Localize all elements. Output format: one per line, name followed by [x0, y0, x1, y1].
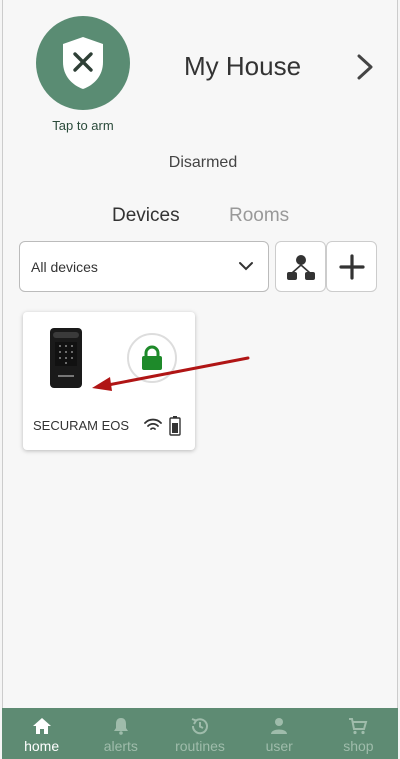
group-button[interactable] — [275, 241, 326, 292]
user-icon — [271, 718, 288, 734]
hierarchy-icon — [286, 254, 315, 280]
nav-shop[interactable]: shop — [319, 708, 398, 759]
arm-control[interactable]: Tap to arm — [36, 16, 130, 133]
device-name: SECURAM EOS — [33, 418, 130, 433]
security-status: Disarmed — [168, 154, 238, 171]
plus-icon — [338, 253, 365, 280]
bell-icon — [113, 718, 128, 735]
house-title[interactable]: My House — [184, 51, 301, 82]
annotation-arrow — [92, 356, 250, 391]
home-icon — [32, 718, 51, 734]
chevron-down-icon — [239, 262, 253, 271]
nav-alerts-label: alerts — [103, 738, 138, 754]
nav-home[interactable]: home — [2, 708, 81, 759]
nav-shop-label: shop — [343, 738, 374, 754]
nav-routines[interactable]: routines — [160, 708, 239, 759]
device-filter-select[interactable]: All devices — [19, 241, 269, 292]
tab-rooms[interactable]: Rooms — [229, 205, 289, 227]
nav-user[interactable]: user — [240, 708, 319, 759]
wifi-icon — [144, 418, 162, 430]
chevron-right-icon[interactable] — [351, 52, 379, 82]
nav-alerts[interactable]: alerts — [81, 708, 160, 759]
nav-home-label: home — [24, 738, 60, 754]
nav-user-label: user — [265, 738, 293, 754]
smart-lock-device-image — [50, 328, 82, 388]
nav-routines-label: routines — [175, 738, 225, 754]
add-device-button[interactable] — [326, 241, 377, 292]
cart-icon — [349, 718, 368, 735]
bottom-nav: home alerts routines user shop — [2, 708, 398, 759]
arm-caption: Tap to arm — [52, 118, 114, 133]
shield-x-icon — [63, 37, 103, 89]
routines-icon — [191, 718, 208, 735]
filter-selected-value: All devices — [31, 258, 98, 275]
tab-devices[interactable]: Devices — [112, 205, 180, 227]
battery-icon — [169, 416, 181, 436]
arm-button[interactable] — [36, 16, 130, 110]
